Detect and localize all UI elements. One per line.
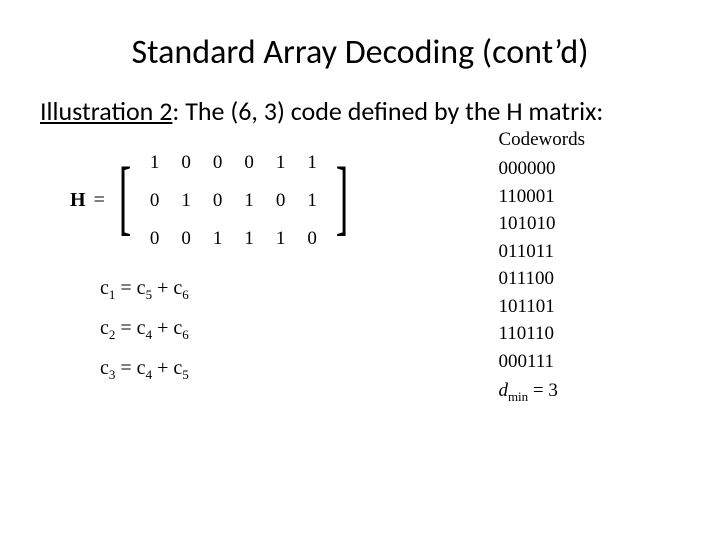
- matrix-cell: 1: [265, 220, 297, 258]
- codeword: 101101: [498, 293, 585, 321]
- matrix-cell: 1: [265, 144, 297, 182]
- matrix-cell: 1: [296, 182, 328, 220]
- matrix-cell: 1: [139, 144, 171, 182]
- eq-var: c: [137, 277, 146, 299]
- left-bracket-icon: [: [119, 166, 132, 229]
- right-bracket-icon: ]: [336, 166, 349, 229]
- eq-op: =: [115, 317, 136, 339]
- codeword: 110001: [498, 183, 585, 211]
- eq-plus: +: [152, 357, 173, 379]
- dmin-subscript: min: [508, 389, 528, 404]
- codeword: 011011: [498, 238, 585, 266]
- matrix-cell: 0: [202, 144, 234, 182]
- eq-var: c: [100, 357, 109, 379]
- matrix-cell: 1: [202, 220, 234, 258]
- matrix-cell: 1: [233, 182, 265, 220]
- parity-equations: c1 = c5 + c6 c2 = c4 + c6 c3 = c4 + c5: [100, 263, 189, 397]
- codeword: 011100: [498, 265, 585, 293]
- eq-var: c: [137, 317, 146, 339]
- matrix-cell: 1: [296, 144, 328, 182]
- matrix-row: 0 0 1 1 1 0: [139, 220, 328, 258]
- eq-var: c: [173, 357, 182, 379]
- slide-title: Standard Array Decoding (cont’d): [40, 32, 680, 73]
- eq-var: c: [173, 317, 182, 339]
- codeword: 110110: [498, 320, 585, 348]
- equation-3: c3 = c4 + c5: [100, 357, 189, 383]
- matrix-grid: 1 0 0 0 1 1 0 1 0 1 0 1: [139, 144, 328, 258]
- equation-2: c2 = c4 + c6: [100, 317, 189, 343]
- h-matrix-block: H = [ 1 0 0 0 1 1 0 1 0: [70, 144, 356, 258]
- matrix-row: 1 0 0 0 1 1: [139, 144, 328, 182]
- matrix-cell: 0: [265, 182, 297, 220]
- illustration-label: Illustration 2: [40, 95, 172, 127]
- matrix-label: H: [70, 189, 92, 212]
- matrix-cell: 1: [170, 182, 202, 220]
- codeword: 000111: [498, 348, 585, 376]
- matrix-cell: 0: [202, 182, 234, 220]
- matrix-row: 0 1 0 1 0 1: [139, 182, 328, 220]
- matrix-cell: 0: [139, 220, 171, 258]
- dmin-value: 3: [548, 380, 558, 401]
- eq-sub: 6: [182, 327, 189, 342]
- dmin-symbol: d: [498, 380, 508, 401]
- slide: Standard Array Decoding (cont’d) Illustr…: [0, 0, 720, 478]
- matrix-cell: 0: [233, 144, 265, 182]
- equation-1: c1 = c5 + c6: [100, 277, 189, 303]
- codeword: 000000: [498, 155, 585, 183]
- eq-plus: +: [152, 317, 173, 339]
- dmin-line: dmin = 3: [498, 377, 585, 407]
- eq-sub: 5: [182, 367, 189, 382]
- illustration-text: : The (6, 3) code defined by the H matri…: [172, 95, 603, 127]
- eq-var: c: [173, 277, 182, 299]
- content-area: H = [ 1 0 0 0 1 1 0 1 0: [40, 138, 680, 478]
- matrix-equals: =: [92, 189, 111, 212]
- codewords-block: Codewords 000000 110001 101010 011011 01…: [498, 126, 585, 408]
- matrix-cell: 0: [296, 220, 328, 258]
- eq-plus: +: [152, 277, 173, 299]
- eq-var: c: [100, 317, 109, 339]
- dmin-eq: =: [528, 380, 548, 401]
- eq-var: c: [100, 277, 109, 299]
- illustration-intro: Illustration 2: The (6, 3) code defined …: [40, 95, 680, 128]
- eq-sub: 6: [182, 287, 189, 302]
- eq-var: c: [137, 357, 146, 379]
- matrix-cell: 0: [170, 144, 202, 182]
- eq-op: =: [115, 277, 136, 299]
- eq-op: =: [115, 357, 136, 379]
- matrix-cell: 0: [170, 220, 202, 258]
- codeword: 101010: [498, 210, 585, 238]
- codewords-heading: Codewords: [498, 126, 585, 154]
- matrix-cell: 1: [233, 220, 265, 258]
- matrix-cell: 0: [139, 182, 171, 220]
